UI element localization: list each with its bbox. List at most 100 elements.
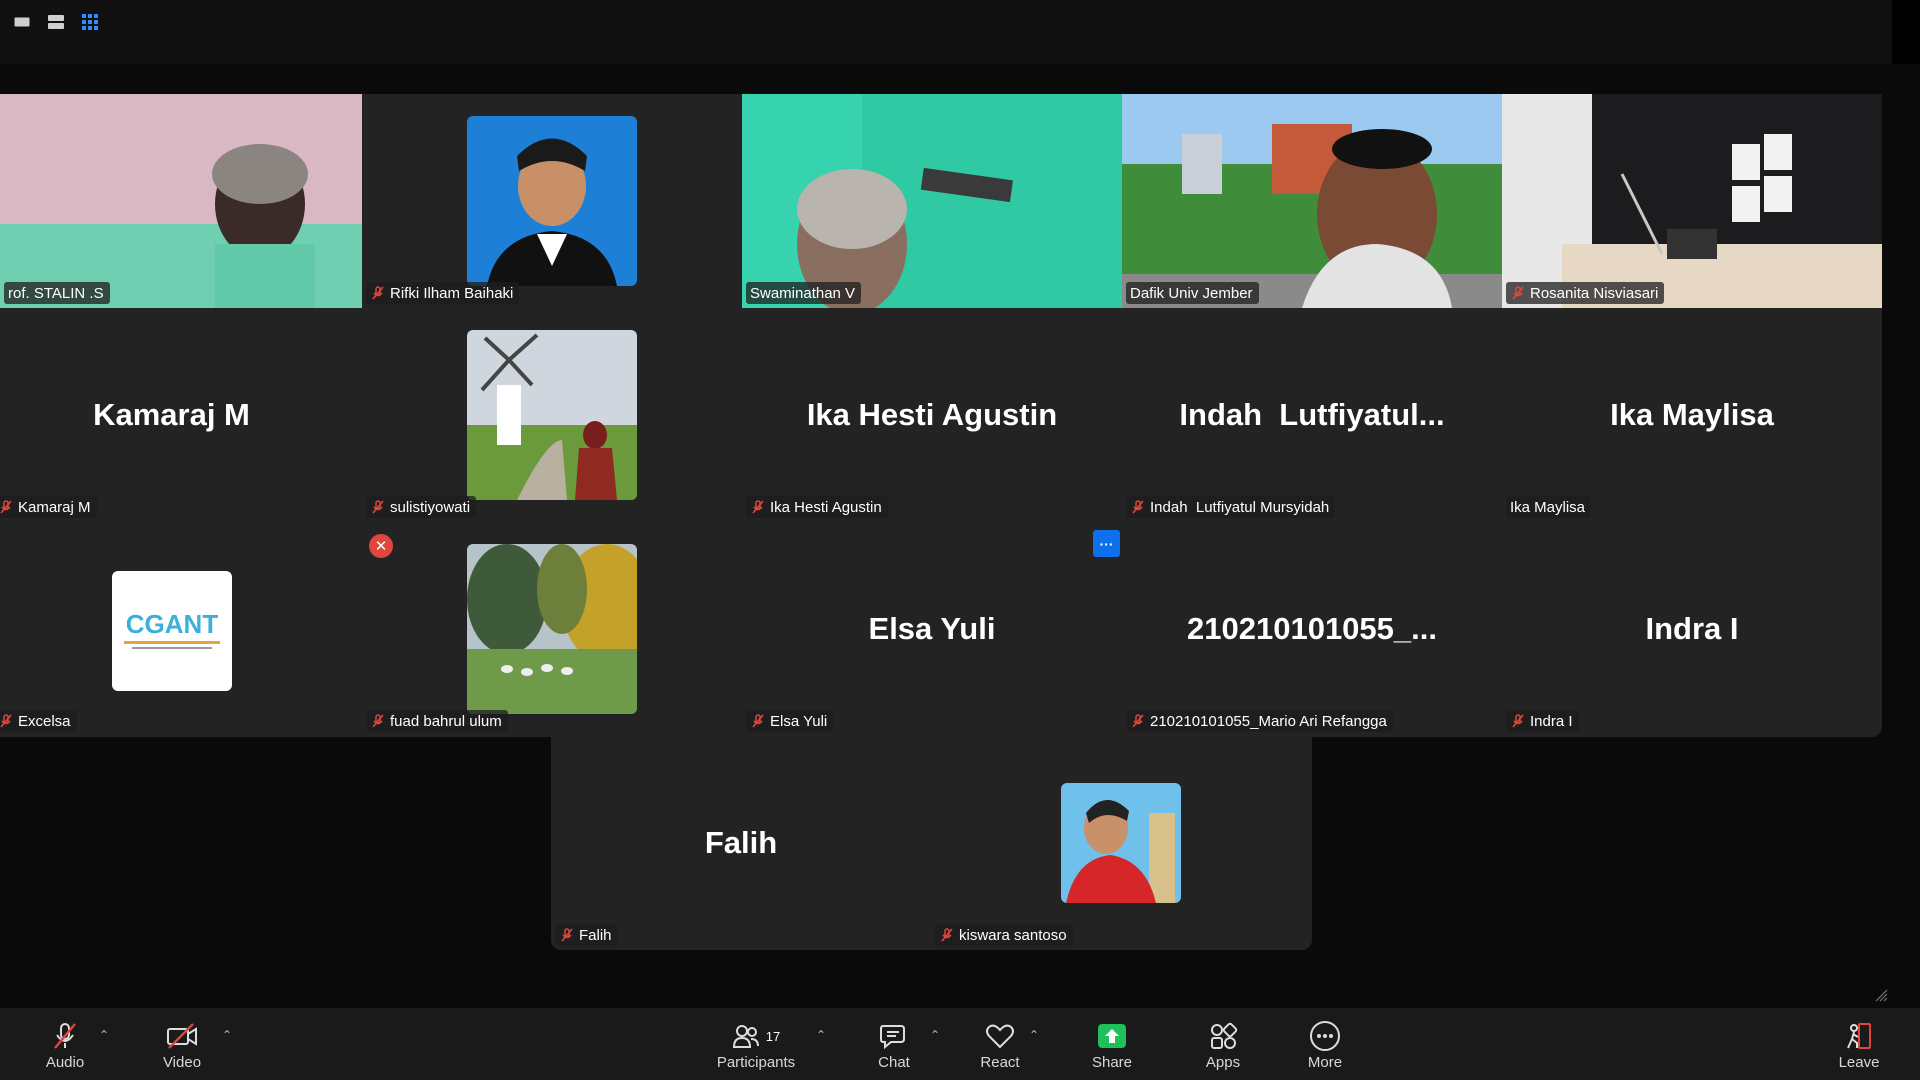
profile-photo (467, 544, 637, 714)
participant-tile[interactable]: CGANT Excelsa (0, 522, 362, 736)
close-icon[interactable]: ✕ (369, 534, 393, 558)
participant-tile[interactable]: Rifki Ilham Baihaki (362, 94, 742, 308)
participant-name-label: Rifki Ilham Baihaki (366, 282, 520, 304)
participant-name-label: Elsa Yuli (746, 710, 834, 732)
participant-name-label: Ika Hesti Agustin (746, 496, 888, 518)
mic-muted-icon (1132, 714, 1144, 728)
more-options-icon[interactable]: ··· (1093, 530, 1120, 557)
participant-tile[interactable]: Indra I Indra I (1502, 522, 1882, 736)
react-options-caret-icon[interactable]: ⌃ (1027, 1028, 1041, 1042)
participant-name-label: Kamaraj M (0, 496, 97, 518)
participant-display-name: Indah Lutfiyatul... (1179, 397, 1445, 432)
mic-muted-icon (372, 286, 384, 300)
more-label: More (1307, 1054, 1343, 1071)
leave-button[interactable]: Leave (1834, 1020, 1884, 1076)
camera-off-icon (167, 1023, 197, 1049)
leave-label: Leave (1838, 1054, 1880, 1071)
chat-icon (880, 1025, 905, 1050)
participant-name-label: Ika Maylisa (1506, 496, 1592, 518)
chat-label: Chat (878, 1054, 910, 1071)
participant-tile[interactable]: Indah Lutfiyatul... Indah Lutfiyatul Mur… (1122, 308, 1502, 522)
chat-button[interactable]: Chat (874, 1020, 914, 1076)
mic-muted-icon (1512, 286, 1524, 300)
share-button[interactable]: Share (1090, 1020, 1134, 1076)
apps-button[interactable]: Apps (1201, 1020, 1245, 1076)
participant-tile[interactable]: rof. STALIN .S (0, 94, 362, 308)
participants-count: 17 (765, 1028, 781, 1044)
participant-name-label: fuad bahrul ulum (366, 710, 508, 732)
participant-name-label: Swaminathan V (746, 282, 862, 304)
window-edge (1892, 0, 1920, 64)
mic-muted-icon (752, 500, 764, 514)
heart-icon (986, 1024, 1014, 1049)
participant-display-name: Ika Maylisa (1610, 397, 1774, 432)
participant-display-name: Ika Hesti Agustin (806, 397, 1058, 432)
participants-button[interactable]: 17 Participants (712, 1020, 800, 1076)
participant-tile[interactable]: sulistiyowati (362, 308, 742, 522)
view-mode-toggles (12, 12, 100, 32)
gallery-view-icon[interactable] (80, 12, 100, 32)
share-screen-icon (1098, 1024, 1126, 1048)
resize-grip-icon[interactable] (1874, 988, 1888, 1002)
video-options-caret-icon[interactable]: ⌃ (220, 1028, 234, 1042)
participant-tile[interactable]: Falih Falih (551, 736, 931, 950)
participant-display-name: Kamaraj M (93, 397, 250, 432)
react-button[interactable]: React (978, 1020, 1022, 1076)
participant-name-label: sulistiyowati (366, 496, 477, 518)
participant-tile[interactable]: 210210101055_... 210210101055_Mario Ari … (1122, 522, 1502, 736)
video-button[interactable]: Video (157, 1020, 207, 1076)
participant-tile[interactable]: Kamaraj M Kamaraj M (0, 308, 362, 522)
share-label: Share (1091, 1054, 1133, 1071)
participant-tile[interactable]: Dafik Univ Jember (1122, 94, 1502, 308)
mic-muted-icon (0, 714, 12, 728)
speaker-view-icon[interactable] (12, 12, 32, 32)
audio-options-caret-icon[interactable]: ⌃ (97, 1028, 111, 1042)
participant-name-label: Excelsa (0, 710, 77, 732)
more-icon (1310, 1021, 1340, 1051)
profile-photo (467, 330, 637, 500)
mic-muted-icon (941, 928, 953, 942)
mic-muted-icon (1512, 714, 1524, 728)
participant-name-label: kiswara santoso (935, 924, 1073, 946)
mic-muted-icon (752, 714, 764, 728)
apps-label: Apps (1205, 1054, 1241, 1071)
video-label: Video (162, 1054, 202, 1071)
participants-options-caret-icon[interactable]: ⌃ (814, 1028, 828, 1042)
participant-tile[interactable]: Ika Maylisa Ika Maylisa (1502, 308, 1882, 522)
participant-tile[interactable]: Elsa Yuli Elsa Yuli (742, 522, 1122, 736)
meeting-toolbar: Audio ⌃ Video ⌃ 17 Participants ⌃ Chat ⌃… (0, 1008, 1920, 1080)
mic-muted-icon (561, 928, 573, 942)
top-bar (0, 0, 1892, 64)
participants-icon (732, 1025, 759, 1048)
profile-photo: CGANT (112, 571, 232, 691)
participant-name-label: Rosanita Nisviasari (1506, 282, 1665, 304)
participant-display-name: Elsa Yuli (868, 611, 996, 646)
participant-tile[interactable]: Ika Hesti Agustin Ika Hesti Agustin (742, 308, 1122, 522)
participant-name-label: Falih (555, 924, 618, 946)
participant-tile[interactable]: kiswara santoso (931, 736, 1311, 950)
mic-muted-icon (0, 500, 12, 514)
participant-name-label: Dafik Univ Jember (1126, 282, 1259, 304)
participant-tile[interactable]: Swaminathan V (742, 94, 1122, 308)
mic-muted-icon (372, 500, 384, 514)
audio-button[interactable]: Audio (40, 1020, 90, 1076)
participant-tile[interactable]: Rosanita Nisviasari (1502, 94, 1882, 308)
participant-name-label: 210210101055_Mario Ari Refangga (1126, 710, 1393, 732)
participant-tile[interactable]: fuad bahrul ulum (362, 522, 742, 736)
zoom-meeting-window: rof. STALIN .S Rifki Ilham Baihaki Swami… (0, 0, 1920, 1080)
participant-display-name: Falih (704, 825, 778, 860)
participant-display-name: Indra I (1645, 611, 1739, 646)
audio-label: Audio (45, 1054, 85, 1071)
participant-name-label: rof. STALIN .S (4, 282, 110, 304)
profile-photo (1061, 783, 1181, 903)
mic-muted-icon (372, 714, 384, 728)
participants-label: Participants (716, 1054, 796, 1071)
microphone-muted-icon (54, 1023, 76, 1049)
filmstrip-view-icon[interactable] (46, 12, 66, 32)
mic-muted-icon (1132, 500, 1144, 514)
chat-options-caret-icon[interactable]: ⌃ (928, 1028, 942, 1042)
apps-icon (1211, 1022, 1238, 1049)
profile-photo (467, 116, 637, 286)
participant-name-label: Indra I (1506, 710, 1579, 732)
more-button[interactable]: More (1303, 1020, 1347, 1076)
